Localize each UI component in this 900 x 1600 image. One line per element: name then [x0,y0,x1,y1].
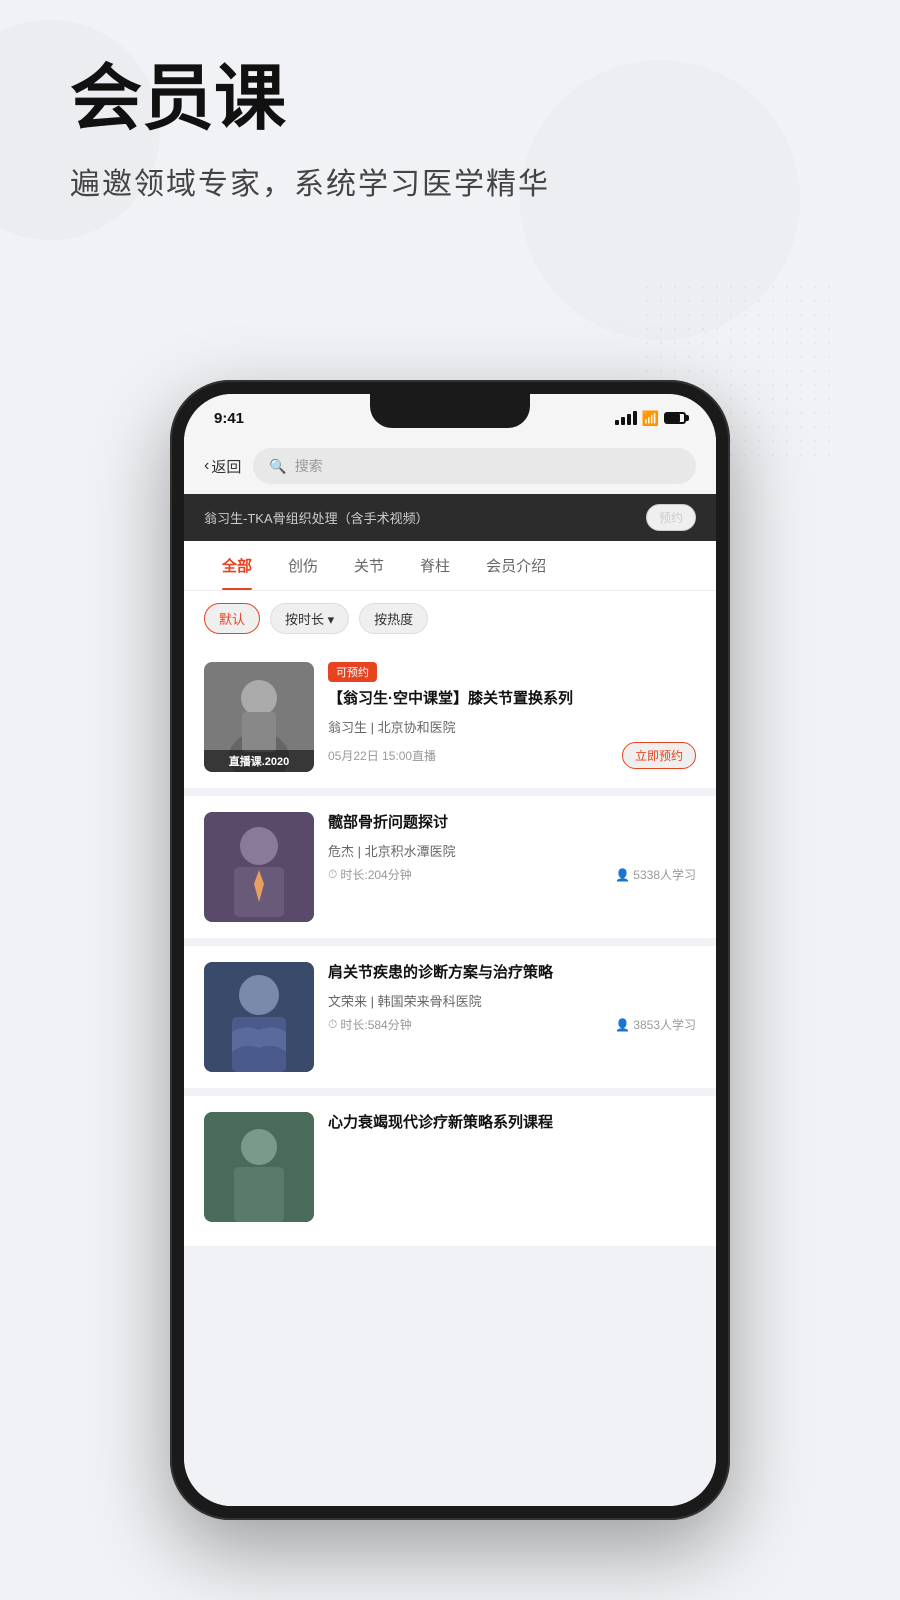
students-2: 👤 5338人学习 [615,866,696,883]
tab-member[interactable]: 会员介绍 [468,541,564,590]
phone-outer: 9:41 📶 ‹ 返回 [170,380,730,1520]
status-time: 9:41 [214,410,244,427]
course-card-4[interactable]: 心力衰竭现代诊疗新策略系列课程 [184,1096,716,1246]
reserve-button[interactable]: 预约 [646,504,696,531]
duration-3: ⏱ 时长:584分钟 [328,1016,412,1033]
filter-popularity[interactable]: 按热度 [359,603,428,634]
tab-joint[interactable]: 关节 [336,541,402,590]
course-doctor-3: 文荣来 | 韩国荣来骨科医院 [328,991,696,1010]
filter-duration[interactable]: 按时长 ▾ [270,603,349,634]
course-meta-1: 05月22日 15:00直播 立即预约 [328,742,696,769]
page-title: 会员课 [70,60,830,139]
course-info-1: 可预约 【翁习生·空中课堂】膝关节置换系列 翁习生 | 北京协和医院 05月22… [328,662,696,769]
course-doctor-2: 危杰 | 北京积水潭医院 [328,841,696,860]
doctor-avatar-3 [204,962,314,1072]
book-button-1[interactable]: 立即预约 [622,742,696,769]
course-doctor-1: 翁习生 | 北京协和医院 [328,717,696,736]
live-time-1: 05月22日 15:00直播 [328,747,436,764]
clock-icon-3: ⏱ [328,1017,337,1032]
course-title-1: 【翁习生·空中课堂】膝关节置换系列 [328,688,696,709]
course-tag-1: 可预约 [328,662,377,682]
course-title-2: 髋部骨折问题探讨 [328,812,696,833]
back-button[interactable]: ‹ 返回 [204,456,241,477]
course-meta-3: ⏱ 时长:584分钟 👤 3853人学习 [328,1016,696,1033]
tab-spine[interactable]: 脊柱 [402,541,468,590]
clock-icon: ⏱ [328,867,337,882]
duration-2: ⏱ 时长:204分钟 [328,866,412,883]
course-info-4: 心力衰竭现代诊疗新策略系列课程 [328,1112,696,1141]
search-icon: 🔍 [269,458,286,475]
phone-notch [370,394,530,428]
tab-bar: 全部 创伤 关节 脊柱 会员介绍 [184,541,716,591]
live-badge: 直播课.2020 [204,750,314,772]
course-card-2[interactable]: 髋部骨折问题探讨 危杰 | 北京积水潭医院 ⏱ 时长:204分钟 👤 5338人… [184,796,716,938]
doctor-avatar-4 [204,1112,314,1222]
page-subtitle: 遍邀领域专家，系统学习医学精华 [70,159,830,203]
course-thumb-3 [204,962,314,1072]
people-icon: 👤 [615,868,630,882]
battery-icon [664,412,686,424]
course-thumb-2 [204,812,314,922]
filter-default[interactable]: 默认 [204,603,260,634]
status-icons: 📶 [615,410,686,427]
course-title-3: 肩关节疾患的诊断方案与治疗策略 [328,962,696,983]
course-list: 直播课.2020 可预约 【翁习生·空中课堂】膝关节置换系列 翁习生 | 北京协… [184,646,716,1506]
course-info-3: 肩关节疾患的诊断方案与治疗策略 文荣来 | 韩国荣来骨科医院 ⏱ 时长:584分… [328,962,696,1033]
course-thumb-1: 直播课.2020 [204,662,314,772]
course-meta-2: ⏱ 时长:204分钟 👤 5338人学习 [328,866,696,883]
nav-bar: ‹ 返回 🔍 搜索 [184,438,716,494]
course-card-3[interactable]: 肩关节疾患的诊断方案与治疗策略 文荣来 | 韩国荣来骨科医院 ⏱ 时长:584分… [184,946,716,1088]
filter-bar: 默认 按时长 ▾ 按热度 [184,591,716,646]
tab-trauma[interactable]: 创伤 [270,541,336,590]
sticky-course-title: 翁习生-TKA骨组织处理（含手术视频） [204,508,429,527]
doctor-avatar-1: 直播课.2020 [204,662,314,772]
course-thumb-4 [204,1112,314,1222]
tab-all[interactable]: 全部 [204,541,270,590]
wifi-icon: 📶 [642,410,659,427]
phone-mockup: 9:41 📶 ‹ 返回 [170,380,730,1520]
course-title-4: 心力衰竭现代诊疗新策略系列课程 [328,1112,696,1133]
back-arrow-icon: ‹ [204,457,209,475]
search-placeholder: 搜索 [295,456,323,476]
search-bar[interactable]: 🔍 搜索 [253,448,696,484]
phone-screen: 9:41 📶 ‹ 返回 [184,394,716,1506]
course-info-2: 髋部骨折问题探讨 危杰 | 北京积水潭医院 ⏱ 时长:204分钟 👤 5338人… [328,812,696,883]
hero-section: 会员课 遍邀领域专家，系统学习医学精华 [0,0,900,243]
students-3: 👤 3853人学习 [615,1016,696,1033]
sticky-header: 翁习生-TKA骨组织处理（含手术视频） 预约 [184,494,716,541]
back-label: 返回 [211,456,241,477]
doctor-avatar-2 [204,812,314,922]
people-icon-3: 👤 [615,1018,630,1032]
signal-icon [615,411,637,425]
course-card-1[interactable]: 直播课.2020 可预约 【翁习生·空中课堂】膝关节置换系列 翁习生 | 北京协… [184,646,716,788]
